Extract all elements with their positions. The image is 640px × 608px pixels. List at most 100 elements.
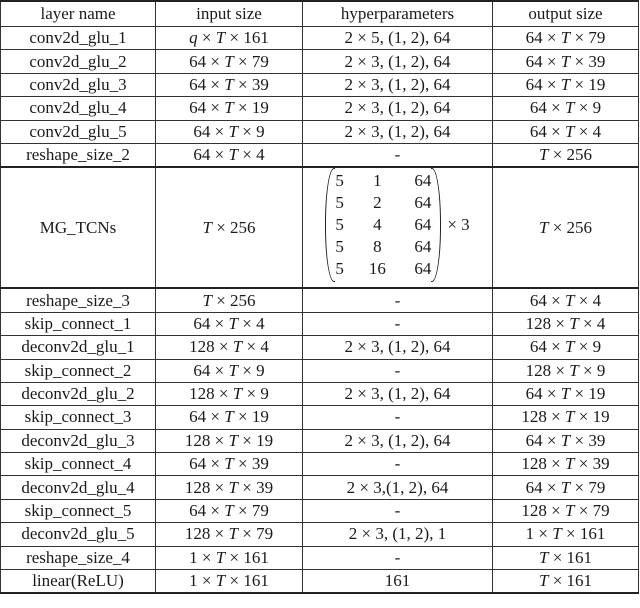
cell-layer-name: reshape_size_2 (0, 142, 156, 169)
table-row: conv2d_glu_3 64 × T × 39 2 × 3, (1, 2), 64… (0, 72, 639, 98)
cell-input-size: 128 × T × 39 (155, 475, 303, 500)
cell-hyperparameters: 2 × 3,(1, 2), 64 (302, 475, 493, 500)
table-row: conv2d_glu_4 64 × T × 19 2 × 3, (1, 2), 64… (0, 96, 639, 121)
cell-output-size: 128 × T × 79 (492, 498, 639, 524)
cell-output-size: 128 × T × 4 (492, 311, 639, 337)
cell-layer-name: skip_connect_3 (0, 405, 156, 430)
table-row: skip_connect_5 64 × T × 79-128 × T × 79 (0, 498, 639, 524)
matrix-entry: 8 (373, 237, 382, 257)
cell-layer-name: reshape_size_3 (0, 287, 156, 313)
cell-output-size: 128 × T × 39 (492, 452, 639, 477)
table-body-tcn: MG_TCNs T × 256 5 1 64 5 2 64 5 4 64 5 8 64 5 16 64 × … (0, 166, 639, 290)
cell-output-size: T × 256 (492, 142, 639, 169)
cell-output-size: 64 × T × 4 (492, 287, 639, 313)
cell-input-size: 64 × T × 79 (155, 498, 303, 524)
cell-output-size: T × 256 (492, 166, 639, 290)
matrix-expression: 5 1 64 5 2 64 5 4 64 5 8 64 5 16 64 × 3 (325, 168, 470, 283)
table-row: deconv2d_glu_1 128 × T × 42 × 3, (1, 2), … (0, 335, 639, 360)
cell-hyperparameters: - (302, 311, 493, 337)
matrix-entry: 5 (335, 215, 344, 235)
cell-layer-name: skip_connect_1 (0, 311, 156, 337)
table-row: deconv2d_glu_5 128 × T × 79 2 × 3, (1, 2),… (0, 522, 639, 547)
cell-layer-name: conv2d_glu_3 (0, 72, 156, 98)
cell-hyperparameters-matrix: 5 1 64 5 2 64 5 4 64 5 8 64 5 16 64 × 3 (302, 166, 493, 290)
cell-layer-name: skip_connect_2 (0, 358, 156, 383)
cell-layer-name: skip_connect_5 (0, 498, 156, 524)
cell-output-size: 64 × T × 79 (492, 475, 639, 500)
cell-layer-name: conv2d_glu_1 (0, 25, 156, 51)
table-row: skip_connect_2 64 × T × 9-128 × T × 9 (0, 358, 639, 383)
right-parenthesis (431, 168, 442, 283)
cell-output-size: T × 161 (492, 545, 639, 571)
cell-layer-name: deconv2d_glu_5 (0, 522, 156, 547)
cell-input-size: 64 × T × 79 (155, 49, 303, 74)
header-input-size: input size (155, 0, 303, 27)
matrix-entry: 5 (335, 237, 344, 257)
cell-layer-name: MG_TCNs (0, 166, 156, 290)
table-row: conv2d_glu_2 64 × T × 79 2 × 3, (1, 2), 64… (0, 49, 639, 74)
cell-output-size: 128 × T × 19 (492, 405, 639, 430)
cell-layer-name: deconv2d_glu_1 (0, 335, 156, 360)
table-row: deconv2d_glu_2 128 × T × 92 × 3, (1, 2), … (0, 381, 639, 407)
table-row: reshape_size_4 1 × T × 161- T × 161 (0, 545, 639, 571)
matrix-entry: 64 (414, 215, 432, 235)
cell-output-size: 64 × T × 19 (492, 381, 639, 407)
cell-hyperparameters: 2 × 3, (1, 2), 64 (302, 49, 493, 74)
matrix-repeat-factor: × 3 (447, 215, 470, 235)
cell-input-size: 128 × T × 79 (155, 522, 303, 547)
table-row: linear(ReLU) 1 × T × 161 161 T × 161 (0, 569, 639, 595)
table-row: reshape_size_3 T × 256-64 × T × 4 (0, 287, 639, 313)
cell-output-size: 64 × T × 4 (492, 119, 639, 144)
matrix-grid: 5 1 64 5 2 64 5 4 64 5 8 64 5 16 64 (335, 168, 431, 282)
cell-output-size: 64 × T × 9 (492, 335, 639, 360)
cell-input-size: q × T × 161 (155, 25, 303, 51)
cell-layer-name: deconv2d_glu_3 (0, 428, 156, 454)
matrix-entry: 64 (414, 237, 432, 257)
table-row: deconv2d_glu_3 128 × T × 19 2 × 3, (1, 2),… (0, 428, 639, 454)
table-row: skip_connect_3 64 × T × 19-128 × T × 19 (0, 405, 639, 430)
left-parenthesis (325, 168, 336, 283)
table-body-decoder: reshape_size_3 T × 256-64 × T × 4 skip_con… (0, 287, 639, 595)
cell-input-size: 64 × T × 39 (155, 452, 303, 477)
cell-layer-name: conv2d_glu_5 (0, 119, 156, 144)
cell-output-size: 1 × T × 161 (492, 522, 639, 547)
cell-input-size: 128 × T × 19 (155, 428, 303, 454)
cell-layer-name: deconv2d_glu_4 (0, 475, 156, 500)
cell-output-size: 64 × T × 79 (492, 25, 639, 51)
cell-layer-name: reshape_size_4 (0, 545, 156, 571)
cell-input-size: 64 × T × 19 (155, 96, 303, 121)
cell-hyperparameters: 161 (302, 569, 493, 595)
cell-input-size: 64 × T × 4 (155, 142, 303, 169)
table-row: skip_connect_1 64 × T × 4-128 × T × 4 (0, 311, 639, 337)
cell-hyperparameters: 2 × 3, (1, 2), 64 (302, 335, 493, 360)
cell-hyperparameters: 2 × 3, (1, 2), 64 (302, 72, 493, 98)
cell-output-size: 64 × T × 9 (492, 96, 639, 121)
table-row: skip_connect_4 64 × T × 39-128 × T × 39 (0, 452, 639, 477)
matrix-entry: 64 (414, 259, 432, 279)
matrix-entry: 1 (373, 171, 382, 191)
cell-input-size: 128 × T × 9 (155, 381, 303, 407)
cell-hyperparameters: - (302, 545, 493, 571)
cell-output-size: 64 × T × 19 (492, 72, 639, 98)
cell-hyperparameters: - (302, 452, 493, 477)
cell-hyperparameters: 2 × 3, (1, 2), 1 (302, 522, 493, 547)
cell-hyperparameters: - (302, 358, 493, 383)
matrix-entry: 64 (414, 171, 432, 191)
cell-input-size: T × 256 (155, 287, 303, 313)
cell-input-size: T × 256 (155, 166, 303, 290)
table-row-mg-tcns: MG_TCNs T × 256 5 1 64 5 2 64 5 4 64 5 8 64 5 16 64 × … (0, 166, 639, 290)
cell-hyperparameters: 2 × 3, (1, 2), 64 (302, 428, 493, 454)
cell-hyperparameters: 2 × 3, (1, 2), 64 (302, 119, 493, 144)
cell-hyperparameters: - (302, 405, 493, 430)
cell-input-size: 1 × T × 161 (155, 545, 303, 571)
matrix-entry: 5 (335, 193, 344, 213)
cell-output-size: T × 161 (492, 569, 639, 595)
cell-layer-name: skip_connect_4 (0, 452, 156, 477)
cell-output-size: 128 × T × 9 (492, 358, 639, 383)
header-layer-name: layer name (0, 0, 156, 27)
table-header-row: layer name input size hyperparameters ou… (0, 0, 639, 27)
cell-hyperparameters: - (302, 498, 493, 524)
cell-layer-name: conv2d_glu_2 (0, 49, 156, 74)
matrix-entry: 2 (373, 193, 382, 213)
cell-input-size: 64 × T × 9 (155, 119, 303, 144)
